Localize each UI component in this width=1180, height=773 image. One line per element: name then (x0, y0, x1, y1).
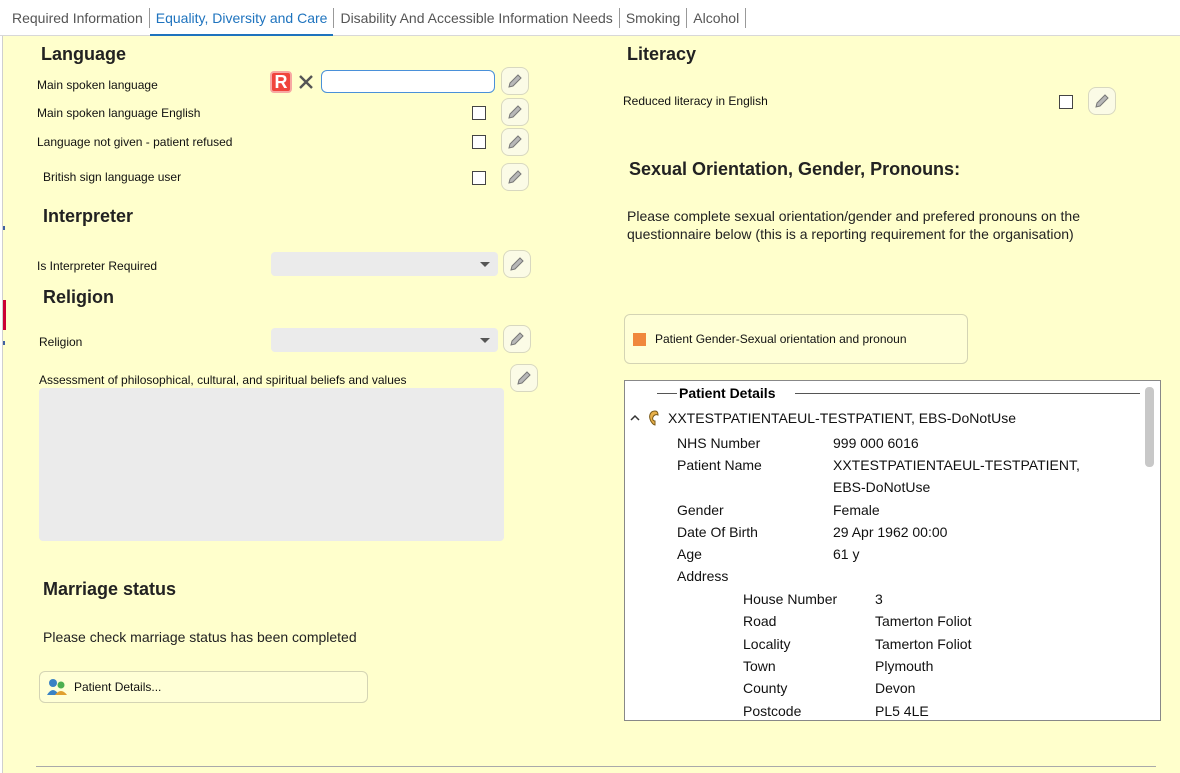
patient-name-value: XXTESTPATIENTAEUL-TESTPATIENT, (833, 457, 1080, 473)
language-heading: Language (41, 44, 127, 64)
reduced-literacy-checkbox[interactable] (1059, 95, 1073, 109)
bsl-user-checkbox[interactable] (472, 171, 486, 185)
pencil-icon[interactable] (510, 364, 538, 392)
tab-smoking[interactable]: Smoking (620, 0, 686, 36)
literacy-heading: Literacy (627, 44, 697, 64)
tab-disability-accessible-info[interactable]: Disability And Accessible Information Ne… (334, 0, 618, 36)
postcode-label: Postcode (743, 703, 802, 719)
county-value: Devon (875, 680, 916, 696)
patient-name-value-cont: EBS-DoNotUse (833, 479, 931, 495)
clear-icon[interactable] (295, 71, 317, 93)
house-number-label: House Number (743, 591, 838, 607)
patient-details-panel: Patient Details XXTESTPATIENTAEUL-TESTPA… (624, 380, 1161, 721)
fieldset-line (657, 393, 677, 394)
pencil-icon[interactable] (501, 98, 529, 126)
edge-indicator (3, 300, 6, 330)
required-badge[interactable]: R (270, 71, 292, 93)
marriage-status-heading: Marriage status (43, 579, 177, 599)
interpreter-required-select[interactable] (271, 252, 498, 276)
patient-name-label: Patient Name (677, 457, 762, 473)
road-value: Tamerton Foliot (875, 613, 972, 629)
religion-select[interactable] (271, 328, 498, 352)
pencil-icon[interactable] (1088, 87, 1116, 115)
interpreter-heading: Interpreter (43, 206, 134, 226)
edge-tick (3, 226, 5, 230)
nhs-number-label: NHS Number (677, 435, 761, 451)
main-spoken-language-input[interactable] (321, 70, 495, 93)
sogp-message: Please complete sexual orientation/gende… (627, 208, 1080, 242)
religion-label: Religion (39, 335, 83, 349)
footer-divider (36, 766, 1156, 767)
pencil-icon[interactable] (503, 325, 531, 353)
pencil-icon[interactable] (501, 67, 529, 95)
tab-separator (745, 7, 747, 28)
dob-value: 29 Apr 1962 00:00 (833, 524, 948, 540)
fieldset-line (795, 393, 1140, 394)
interpreter-required-label: Is Interpreter Required (37, 259, 158, 273)
form-square-icon (633, 332, 646, 346)
beliefs-assessment-label: Assessment of philosophical, cultural, a… (39, 373, 407, 387)
age-value: 61 y (833, 546, 860, 562)
main-spoken-language-label: Main spoken language (37, 78, 158, 92)
locality-label: Locality (743, 636, 791, 652)
edge-tick (3, 341, 5, 345)
town-label: Town (743, 658, 776, 674)
gender-orientation-pronoun-label: Patient Gender-Sexual orientation and pr… (655, 332, 907, 346)
nhs-number-value: 999 000 6016 (833, 435, 919, 451)
chevron-down-icon (480, 261, 490, 267)
address-label: Address (677, 568, 729, 584)
gender-label: Gender (677, 502, 724, 518)
sogp-heading: Sexual Orientation, Gender, Pronouns: (629, 159, 961, 179)
patient-line: XXTESTPATIENTAEUL-TESTPATIENT, EBS-DoNot… (668, 410, 1016, 426)
locality-value: Tamerton Foliot (875, 636, 972, 652)
scrollbar[interactable] (1145, 387, 1154, 467)
beliefs-assessment-textarea[interactable] (39, 388, 504, 541)
patient-details-button-label: Patient Details... (74, 680, 162, 694)
patient-details-button[interactable]: Patient Details... (39, 671, 368, 703)
tab-alcohol[interactable]: Alcohol (687, 0, 745, 36)
road-label: Road (743, 613, 777, 629)
people-icon (47, 679, 67, 695)
tab-required-information[interactable]: Required Information (6, 0, 149, 36)
county-label: County (743, 680, 788, 696)
bsl-user-label: British sign language user (43, 170, 182, 184)
age-label: Age (677, 546, 702, 562)
form-content: Language Main spoken language R Main spo… (2, 36, 1180, 773)
reduced-literacy-label: Reduced literacy in English (623, 94, 768, 108)
tab-bar: Required Information Equality, Diversity… (0, 0, 1180, 36)
patient-tree-node[interactable]: XXTESTPATIENTAEUL-TESTPATIENT, EBS-DoNot… (630, 409, 1016, 427)
gender-orientation-pronoun-button[interactable]: Patient Gender-Sexual orientation and pr… (624, 314, 968, 364)
postcode-value: PL5 4LE (875, 703, 929, 719)
patient-icon (649, 410, 659, 426)
collapse-icon[interactable] (630, 413, 640, 423)
marriage-status-message: Please check marriage status has been co… (43, 629, 357, 645)
language-not-given-checkbox[interactable] (472, 135, 486, 149)
tab-equality-diversity-care[interactable]: Equality, Diversity and Care (149, 0, 334, 36)
language-not-given-label: Language not given - patient refused (37, 135, 233, 149)
dob-label: Date Of Birth (677, 524, 758, 540)
pencil-icon[interactable] (501, 163, 529, 191)
pencil-icon[interactable] (501, 128, 529, 156)
chevron-down-icon (480, 337, 490, 343)
gender-value: Female (833, 502, 880, 518)
main-spoken-english-checkbox[interactable] (472, 106, 486, 120)
town-value: Plymouth (875, 658, 934, 674)
main-spoken-english-label: Main spoken language English (37, 106, 201, 120)
patient-details-legend: Patient Details (677, 385, 778, 401)
religion-heading: Religion (43, 287, 114, 307)
pencil-icon[interactable] (503, 250, 531, 278)
house-number-value: 3 (875, 591, 883, 607)
